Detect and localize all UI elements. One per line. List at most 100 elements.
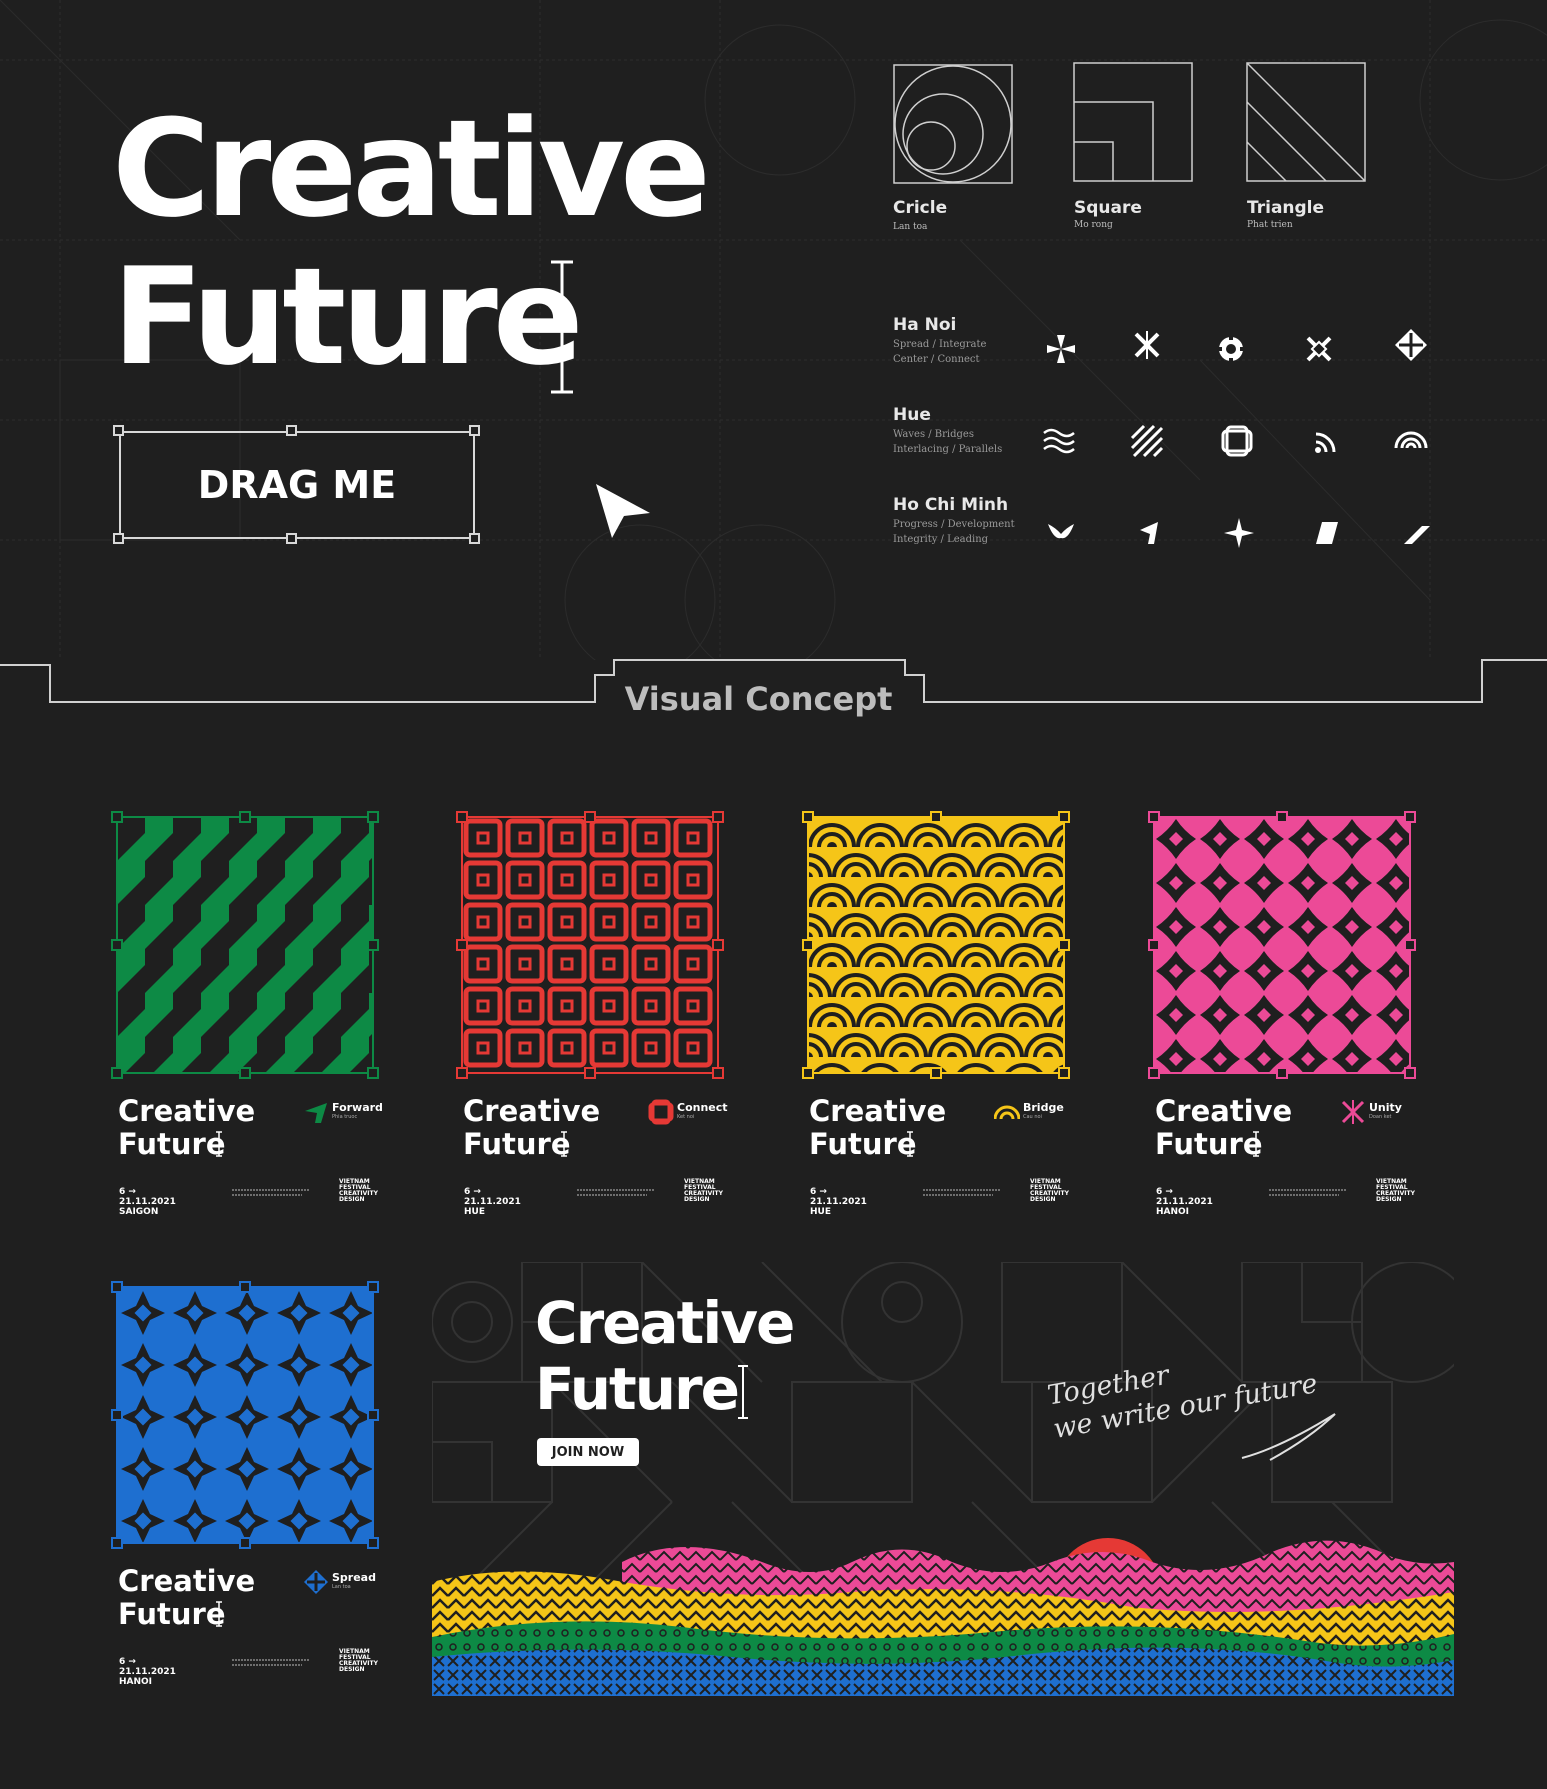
shape-sub-circle: Lan toa — [893, 222, 928, 232]
hero-title: Creative Future — [112, 91, 711, 395]
card-tag-label: Unity — [1369, 1101, 1402, 1114]
banner-title: Creative Future — [535, 1289, 795, 1423]
city-desc-hochiminh: Progress / Development Integrity / Leadi… — [893, 517, 1015, 547]
bridge-tag-icon — [994, 1105, 1020, 1120]
selection-frame — [111, 1281, 379, 1549]
resize-handle-br[interactable] — [469, 533, 480, 544]
festival-logo: VIETNAM FESTIVAL CREATIVITY DESIGN — [339, 1649, 378, 1673]
card-caret-icon — [561, 1131, 567, 1157]
selection-frame — [802, 811, 1070, 1079]
hero-title-line2: Future — [112, 239, 584, 395]
selection-frame — [111, 811, 379, 1079]
card-tag: Bridge Cau noi — [1023, 1101, 1064, 1120]
banner-title-line2: Future — [535, 1355, 740, 1423]
card-tag-label: Bridge — [1023, 1101, 1064, 1114]
connect-tag-icon — [648, 1099, 674, 1125]
card-title-line2: Future — [1155, 1127, 1263, 1161]
card-tag-label: Connect — [677, 1101, 728, 1114]
card-fine-print — [232, 1659, 310, 1666]
resize-handle-bl[interactable] — [113, 533, 124, 544]
section-title: Visual Concept — [624, 680, 893, 718]
card-tag-label: Forward — [332, 1101, 383, 1114]
card-title: Creative Future — [118, 1565, 255, 1631]
card-tag: Connect Ket noi — [677, 1101, 728, 1120]
card-title-line1: Creative — [118, 1094, 256, 1128]
join-now-button[interactable]: JOIN NOW — [537, 1438, 639, 1466]
card-fine-print — [577, 1189, 655, 1196]
diamond-cross-icon — [1395, 329, 1427, 361]
card-tag-sub: Doan ket — [1369, 1114, 1392, 1120]
resize-handle-tm[interactable] — [286, 425, 297, 436]
card-title-line1: Creative — [118, 1564, 256, 1598]
city-desc-hue-line2: Interlacing / Parallels — [893, 444, 1003, 455]
hero-title-line1: Creative — [112, 91, 711, 247]
shape-name-circle: Cricle — [893, 198, 948, 218]
card-tag: Unity Doan ket — [1369, 1101, 1402, 1120]
resize-handle-bm[interactable] — [286, 533, 297, 544]
festival-logo: VIETNAM FESTIVAL CREATIVITY DESIGN — [1376, 1179, 1415, 1203]
card-caret-icon — [216, 1601, 222, 1627]
card-title: Creative Future — [1155, 1095, 1292, 1161]
card-tag-label: Spread — [332, 1571, 376, 1584]
card-title: Creative Future — [463, 1095, 600, 1161]
card-caret-icon — [216, 1131, 222, 1157]
card-title-line2: Future — [118, 1597, 226, 1631]
city-desc-hanoi-line2: Center / Connect — [893, 354, 980, 365]
card-caret-icon — [1253, 1131, 1259, 1157]
card-tag: Spread Lan toa — [332, 1571, 376, 1590]
resize-handle-tr[interactable] — [469, 425, 480, 436]
festival-logo: VIETNAM FESTIVAL CREATIVITY DESIGN — [684, 1179, 723, 1203]
city-desc-hue: Waves / Bridges Interlacing / Parallels — [893, 427, 1002, 457]
cross-lattice-icon — [1306, 336, 1332, 362]
card-date: 6 → 21.11.2021 HANOI — [1156, 1187, 1213, 1217]
city-desc-hanoi: Spread / Integrate Center / Connect — [893, 337, 986, 367]
card-date: 6 → 21.11.2021 HANOI — [119, 1657, 176, 1687]
card-title: Creative Future — [809, 1095, 946, 1161]
drag-me-box[interactable]: DRAG ME — [119, 431, 475, 539]
city-desc-hochiminh-line2: Integrity / Leading — [893, 534, 989, 545]
festival-logo: VIETNAM FESTIVAL CREATIVITY DESIGN — [339, 1179, 378, 1203]
resize-handle-tl[interactable] — [113, 425, 124, 436]
festival-logo: VIETNAM FESTIVAL CREATIVITY DESIGN — [1030, 1179, 1069, 1203]
logo-line: DESIGN — [339, 1666, 365, 1673]
card-date: 6 → 21.11.2021 HUE — [464, 1187, 521, 1217]
circle-shape-icon — [893, 64, 1013, 184]
slash-blade-icon — [1404, 526, 1430, 544]
shape-sub-triangle: Phat trien — [1247, 220, 1293, 230]
square-shape-icon — [1073, 62, 1193, 182]
city-desc-hochiminh-line1: Progress / Development — [893, 519, 1015, 530]
card-tag-sub: Phia truoc — [332, 1114, 358, 1120]
flag-arrow-icon — [1140, 522, 1158, 544]
banner-caret-icon — [738, 1365, 748, 1419]
signal-arc-icon — [1315, 432, 1336, 453]
card-title-line1: Creative — [463, 1094, 601, 1128]
city-name-hue: Hue — [893, 405, 931, 425]
banner-title-line1: Creative — [535, 1289, 795, 1357]
card-caret-icon — [907, 1131, 913, 1157]
parallels-icon — [1130, 424, 1164, 458]
card-fine-print — [1269, 1189, 1347, 1196]
card-tag-sub: Ket noi — [677, 1114, 695, 1120]
text-caret-icon — [551, 260, 573, 394]
spread-tag-icon — [304, 1570, 328, 1594]
card-title: Creative Future — [118, 1095, 255, 1161]
leaf-icon — [1048, 524, 1074, 539]
card-title-line2: Future — [463, 1127, 571, 1161]
card-tag-sub: Lan toa — [332, 1584, 351, 1590]
unity-tag-icon — [1341, 1100, 1365, 1124]
card-fine-print — [923, 1189, 1001, 1196]
sparkle-icon — [1224, 518, 1254, 548]
x-burst-icon — [1134, 331, 1160, 359]
card-tag: Forward Phia truoc — [332, 1101, 383, 1120]
city-desc-hanoi-line1: Spread / Integrate — [893, 339, 987, 350]
card-fine-print — [232, 1189, 310, 1196]
card-date: 6 → 21.11.2021 SAIGON — [119, 1187, 176, 1217]
waves-icon — [1043, 428, 1075, 454]
cursor-arrow-icon — [596, 484, 650, 538]
bridge-arc-icon — [1394, 431, 1428, 449]
logo-line: DESIGN — [1376, 1196, 1402, 1203]
triangle-shape-icon — [1246, 62, 1366, 182]
card-title-line1: Creative — [809, 1094, 947, 1128]
pen-flourish-icon — [1241, 1413, 1336, 1461]
forward-tag-icon — [305, 1103, 327, 1123]
